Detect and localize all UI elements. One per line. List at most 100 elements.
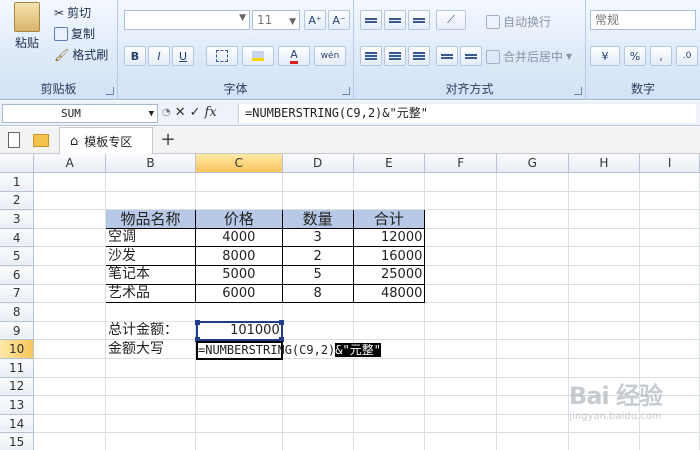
cell[interactable] [353, 395, 426, 415]
cell[interactable] [424, 321, 497, 341]
item-total-cell[interactable]: 48000 [352, 283, 426, 304]
column-header-c[interactable]: C [195, 154, 283, 174]
cell[interactable] [639, 284, 700, 304]
cell[interactable] [353, 358, 426, 378]
align-bottom-button[interactable] [408, 10, 430, 30]
cell[interactable] [568, 246, 641, 267]
cell[interactable] [424, 339, 497, 360]
cell[interactable] [282, 432, 354, 450]
cell[interactable] [195, 377, 283, 397]
item-name-cell[interactable]: 沙发 [105, 246, 196, 267]
cell[interactable] [33, 246, 107, 267]
cell[interactable] [353, 302, 426, 322]
decimal-button[interactable]: .0 [676, 46, 698, 66]
column-header-h[interactable]: H [568, 154, 641, 174]
cell[interactable] [33, 209, 107, 229]
align-center-button[interactable] [384, 46, 406, 66]
align-top-button[interactable] [360, 10, 382, 30]
cell[interactable] [282, 191, 354, 211]
underline-button[interactable]: U [172, 46, 194, 66]
formula-input[interactable]: =NUMBERSTRING(C9,2)&"元整" [238, 104, 696, 123]
alignment-launcher[interactable] [574, 87, 582, 95]
cut-button[interactable]: ✂ 剪切 [54, 4, 91, 21]
table-header-price[interactable]: 价格 [194, 209, 283, 229]
wrap-text-button[interactable]: 自动换行 [486, 13, 551, 30]
cell[interactable] [424, 395, 497, 415]
cell[interactable] [568, 228, 641, 248]
cell[interactable] [33, 432, 107, 450]
copy-button[interactable]: 复制 [54, 25, 95, 42]
cell[interactable] [568, 209, 641, 229]
cell[interactable] [105, 172, 196, 192]
cell[interactable] [496, 191, 569, 211]
font-grow-button[interactable]: A⁺ [304, 10, 326, 30]
total-label-cell[interactable]: 总计金额： [105, 321, 196, 341]
cell[interactable] [496, 209, 569, 229]
align-right-button[interactable] [408, 46, 430, 66]
row-header[interactable]: 4 [0, 228, 35, 248]
cell[interactable] [33, 228, 107, 248]
number-format-select[interactable]: 常规 [590, 10, 696, 30]
in-cell-editor[interactable]: =NUMBERSTRING(C9,2)&"元整" [198, 342, 381, 358]
cell[interactable] [639, 321, 700, 341]
cell[interactable] [33, 172, 107, 192]
cell[interactable] [105, 395, 196, 415]
item-price-cell[interactable]: 6000 [194, 283, 283, 304]
cell[interactable] [33, 358, 107, 378]
cell[interactable] [195, 395, 283, 415]
border-button[interactable] [206, 46, 238, 66]
cell[interactable] [105, 377, 196, 397]
cell[interactable] [496, 172, 569, 192]
row-header[interactable]: 11 [0, 358, 35, 378]
folder-icon[interactable] [33, 134, 49, 147]
cell[interactable] [33, 302, 107, 322]
cell[interactable] [282, 377, 354, 397]
clipboard-launcher[interactable] [106, 87, 114, 95]
cell[interactable] [282, 395, 354, 415]
cell[interactable] [568, 302, 641, 322]
cell[interactable] [105, 432, 196, 450]
column-header-d[interactable]: D [282, 154, 354, 174]
comma-style-button[interactable]: , [650, 46, 672, 66]
cell[interactable] [424, 284, 497, 304]
cell[interactable] [424, 265, 497, 285]
table-header-qty[interactable]: 数量 [281, 209, 354, 229]
item-name-cell[interactable]: 笔记本 [105, 265, 196, 285]
cell[interactable] [496, 228, 569, 248]
table-header-total[interactable]: 合计 [352, 209, 426, 229]
cell[interactable] [282, 321, 354, 341]
table-header-item[interactable]: 物品名称 [105, 209, 196, 229]
cell[interactable] [424, 358, 497, 378]
cell[interactable] [33, 377, 107, 397]
cell[interactable] [33, 395, 107, 415]
cell[interactable] [568, 321, 641, 341]
italic-button[interactable]: I [148, 46, 170, 66]
cell[interactable] [496, 377, 569, 397]
row-header[interactable]: 3 [0, 209, 35, 229]
cell[interactable] [639, 302, 700, 322]
cell[interactable] [639, 339, 700, 360]
item-total-cell[interactable]: 16000 [352, 246, 426, 267]
cell[interactable] [353, 172, 426, 192]
fill-color-button[interactable] [242, 46, 274, 66]
cell[interactable] [105, 191, 196, 211]
cell[interactable] [568, 265, 641, 285]
cell[interactable] [353, 414, 426, 434]
row-header[interactable]: 6 [0, 265, 35, 285]
cancel-icon[interactable]: ✕ [175, 105, 186, 120]
cell[interactable] [33, 191, 107, 211]
row-header[interactable]: 14 [0, 414, 35, 434]
orientation-button[interactable]: ⟋ [436, 10, 466, 30]
cell[interactable] [282, 172, 354, 192]
cell[interactable] [424, 172, 497, 192]
item-qty-cell[interactable]: 3 [281, 227, 354, 248]
row-header[interactable]: 5 [0, 246, 35, 267]
cell[interactable] [33, 284, 107, 304]
cell[interactable] [105, 414, 196, 434]
cell[interactable] [639, 432, 700, 450]
cell[interactable] [33, 265, 107, 285]
cell[interactable] [424, 302, 497, 322]
percent-button[interactable]: % [624, 46, 646, 66]
cell[interactable] [639, 172, 700, 192]
cell[interactable] [424, 228, 497, 248]
